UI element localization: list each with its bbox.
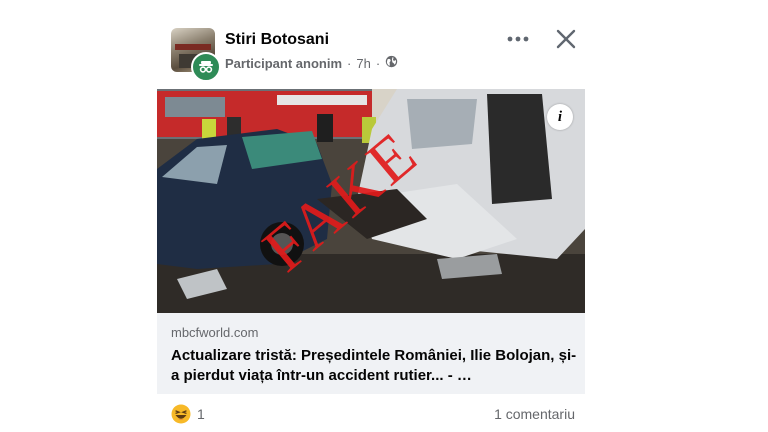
page-avatar[interactable] [171,28,221,82]
reactions-summary[interactable]: 1 [171,404,205,424]
page-name-link[interactable]: Stiri Botosani [225,31,329,49]
info-icon[interactable]: i [547,104,573,130]
link-domain: mbcfworld.com [171,325,259,340]
meta-separator: · [375,55,381,71]
post-footer: 1 1 comentariu [157,398,585,428]
post-meta: Participant anonim · 7h · [225,55,398,71]
post-timestamp[interactable]: 7h [356,56,370,71]
comments-count-link[interactable]: 1 comentariu [494,406,575,422]
meta-separator: · [347,55,352,71]
haha-emoji-icon [171,404,191,424]
more-dots-icon [507,36,529,42]
globe-icon[interactable] [385,55,398,71]
participant-role: Participant anonim [225,55,343,71]
close-button[interactable] [553,26,579,52]
close-icon [556,29,576,49]
link-preview[interactable]: mbcfworld.com Actualizare tristă: Președ… [157,313,585,394]
anonymous-participant-icon [191,52,221,82]
link-headline: Actualizare tristă: Președintele Românie… [171,347,577,384]
post-image[interactable]: FAKE i [157,89,585,313]
more-options-button[interactable] [503,28,533,50]
reaction-count: 1 [197,406,205,422]
post-card: Stiri Botosani Participant anonim · 7h · [157,18,585,432]
